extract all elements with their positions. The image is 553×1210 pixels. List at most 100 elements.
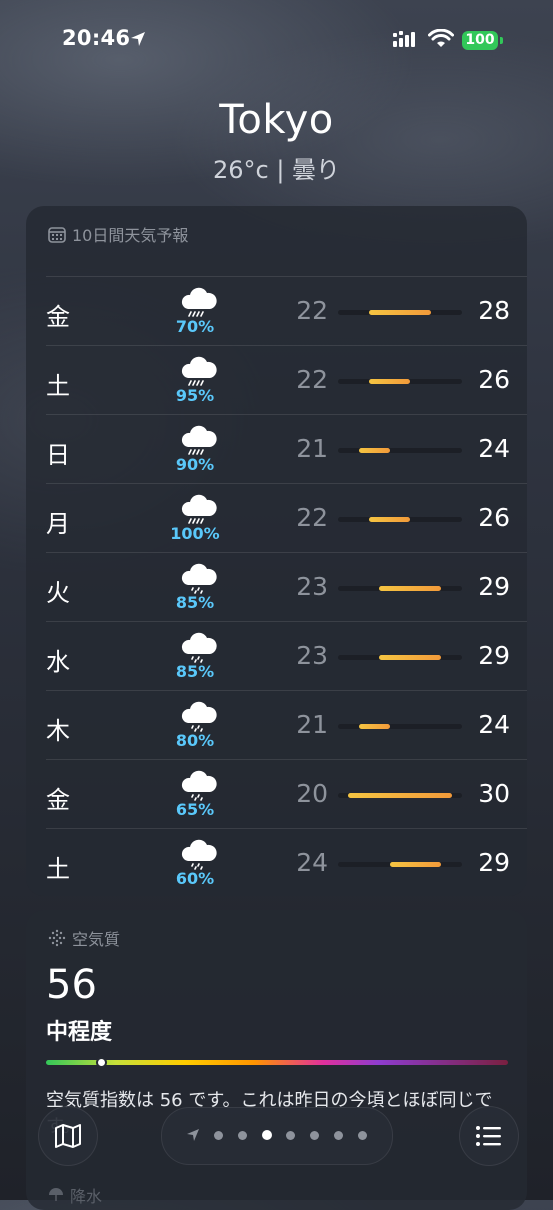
- temp-range-track: [338, 310, 462, 315]
- temp-range-bar: [369, 517, 411, 522]
- ten-day-forecast-card[interactable]: 10日間天気予報 金 70% 22 28 土 95% 22 26 日 90% 21 24 月 100% 22…: [26, 206, 527, 896]
- low-temp: 21: [296, 434, 328, 463]
- list-icon: [476, 1126, 501, 1146]
- page-indicator[interactable]: [161, 1107, 393, 1165]
- precipitation-chance: 80%: [175, 731, 215, 750]
- air-quality-scale: [46, 1057, 508, 1068]
- precipitation-chance: 85%: [175, 662, 215, 681]
- temp-range-track: [338, 793, 462, 798]
- air-quality-header: 空気質: [48, 926, 120, 950]
- forecast-day: 金: [46, 786, 70, 814]
- precipitation-chance: 60%: [175, 869, 215, 888]
- temp-range-track: [338, 517, 462, 522]
- cloud-rain-icon: [181, 563, 217, 594]
- temp-range-track: [338, 448, 462, 453]
- cloud-heavy-rain-icon: [181, 494, 217, 524]
- precipitation-section-title: 降水: [70, 1187, 103, 1206]
- forecast-day: 月: [46, 510, 70, 538]
- battery-cap: [500, 37, 503, 44]
- low-temp: 22: [296, 503, 328, 532]
- current-location-icon: [187, 1129, 199, 1141]
- forecast-row[interactable]: 土 95% 22 26: [26, 346, 527, 415]
- forecast-row[interactable]: 金 65% 20 30: [26, 760, 527, 829]
- forecast-day: 木: [46, 717, 70, 745]
- air-quality-level: 中程度: [46, 1020, 113, 1045]
- forecast-row[interactable]: 金 70% 22 28: [26, 277, 527, 346]
- precipitation-section-header: 降水: [48, 1183, 102, 1207]
- temp-range-track: [338, 379, 462, 384]
- temp-range-bar: [379, 655, 442, 660]
- location-header: Tokyo 26°c | 曇り: [0, 96, 553, 185]
- precipitation-chance: 65%: [175, 800, 215, 819]
- map-button[interactable]: [38, 1106, 98, 1166]
- map-icon: [55, 1124, 81, 1148]
- cloud-rain-icon: [181, 632, 217, 663]
- forecast-row[interactable]: 水 85% 23 29: [26, 622, 527, 691]
- low-temp: 23: [296, 641, 328, 670]
- low-temp: 22: [296, 296, 328, 325]
- low-temp: 22: [296, 365, 328, 394]
- forecast-day: 土: [46, 372, 70, 400]
- forecast-row[interactable]: 土 60% 24 29: [26, 829, 527, 898]
- temp-range-bar: [358, 448, 390, 453]
- air-quality-title: 空気質: [72, 930, 121, 949]
- air-quality-card[interactable]: 空気質 56 中程度 空気質指数は 56 です。これは昨日の今頃とほぼ同じです。: [26, 910, 527, 1210]
- cloud-heavy-rain-icon: [181, 356, 217, 386]
- forecast-day: 水: [46, 648, 70, 676]
- temp-range-track: [338, 586, 462, 591]
- precipitation-chance: 70%: [175, 317, 215, 336]
- page-dot[interactable]: [310, 1131, 319, 1140]
- status-time: 20:46: [62, 26, 131, 50]
- high-temp: 24: [478, 710, 510, 739]
- low-temp: 24: [296, 848, 328, 877]
- cloud-rain-icon: [181, 770, 217, 801]
- temp-range-bar: [389, 862, 442, 867]
- precipitation-chance: 85%: [175, 593, 215, 612]
- high-temp: 29: [478, 641, 510, 670]
- forecast-card-header: 10日間天気予報: [48, 222, 188, 246]
- page-dot[interactable]: [334, 1131, 343, 1140]
- cloud-heavy-rain-icon: [181, 287, 217, 317]
- forecast-row[interactable]: 月 100% 22 26: [26, 484, 527, 553]
- page-dot[interactable]: [214, 1131, 223, 1140]
- high-temp: 26: [478, 503, 510, 532]
- page-dot[interactable]: [238, 1131, 247, 1140]
- page-dot-active[interactable]: [262, 1130, 272, 1140]
- battery-indicator: 100: [462, 31, 498, 50]
- forecast-row[interactable]: 木 80% 21 24: [26, 691, 527, 760]
- forecast-row[interactable]: 火 85% 23 29: [26, 553, 527, 622]
- locations-list-button[interactable]: [459, 1106, 519, 1166]
- air-quality-index: 56: [46, 962, 97, 1008]
- high-temp: 28: [478, 296, 510, 325]
- high-temp: 29: [478, 572, 510, 601]
- cellular-signal-icon: [393, 31, 415, 47]
- temp-range-bar: [348, 793, 452, 798]
- high-temp: 30: [478, 779, 510, 808]
- cloud-heavy-rain-icon: [181, 425, 217, 455]
- low-temp: 20: [296, 779, 328, 808]
- location-arrow-icon: [131, 32, 145, 46]
- city-name: Tokyo: [219, 97, 334, 143]
- temp-range-bar: [358, 724, 390, 729]
- page-dot[interactable]: [358, 1131, 367, 1140]
- precipitation-chance: 100%: [170, 524, 220, 543]
- forecast-row[interactable]: 日 90% 21 24: [26, 415, 527, 484]
- high-temp: 24: [478, 434, 510, 463]
- status-bar: 20:46 100: [0, 0, 553, 80]
- high-temp: 26: [478, 365, 510, 394]
- precipitation-chance: 90%: [175, 455, 215, 474]
- forecast-day: 金: [46, 303, 70, 331]
- cloud-rain-icon: [181, 701, 217, 732]
- page-dot[interactable]: [286, 1131, 295, 1140]
- precipitation-chance: 95%: [175, 386, 215, 405]
- temp-range-track: [338, 862, 462, 867]
- wifi-icon: [428, 29, 454, 47]
- forecast-day: 日: [46, 441, 70, 469]
- temp-range-bar: [369, 379, 411, 384]
- temp-range-track: [338, 724, 462, 729]
- low-temp: 23: [296, 572, 328, 601]
- temp-range-bar: [369, 310, 431, 315]
- high-temp: 29: [478, 848, 510, 877]
- air-quality-marker: [96, 1057, 108, 1068]
- forecast-day: 火: [46, 579, 70, 607]
